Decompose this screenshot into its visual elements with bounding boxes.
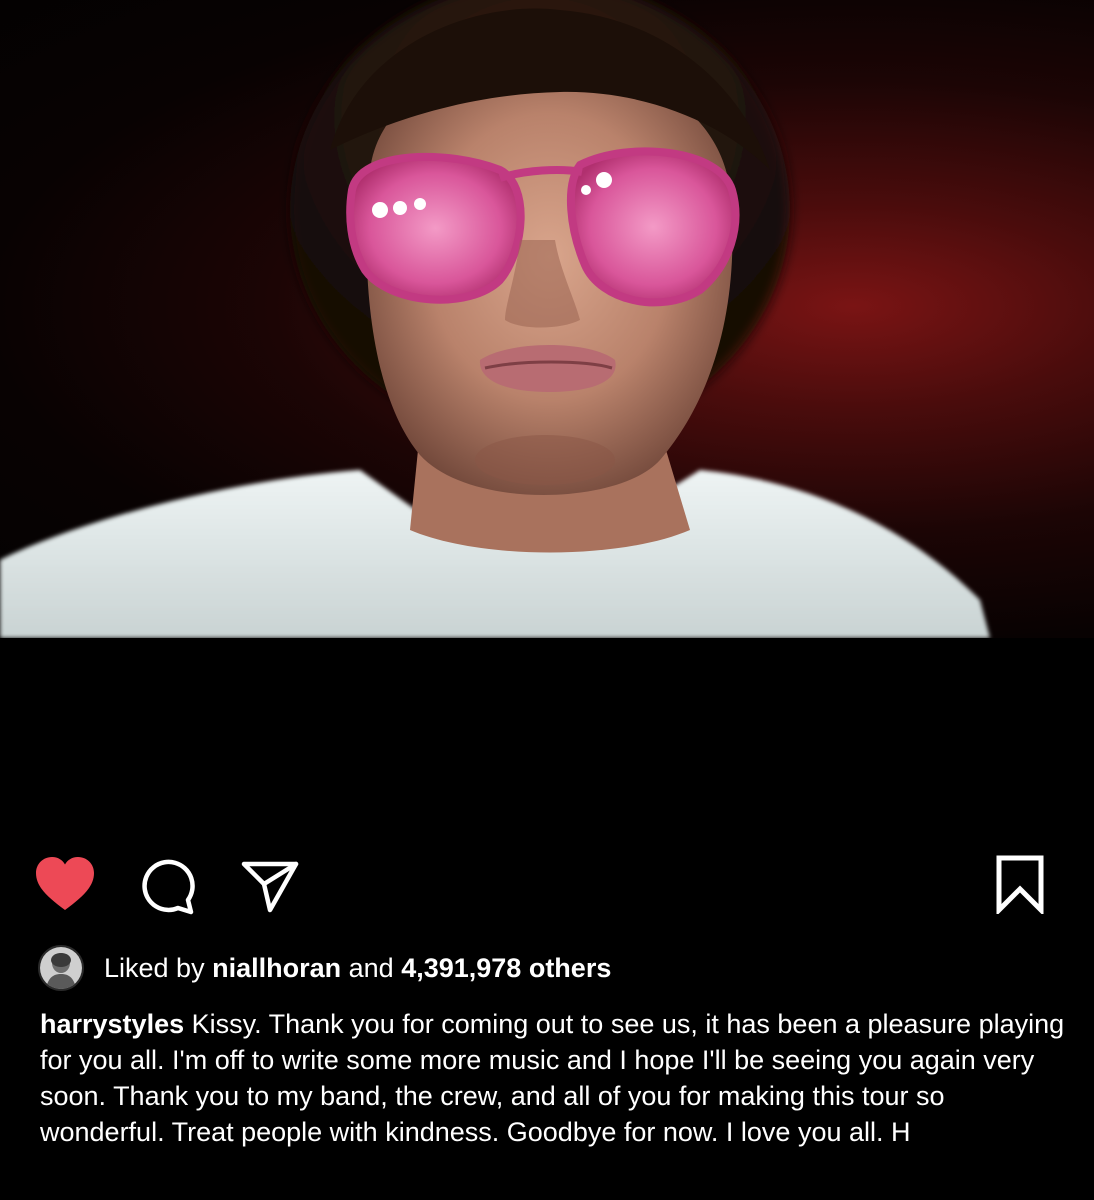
avatar-image — [40, 947, 82, 989]
share-icon — [241, 861, 299, 913]
post-photo[interactable] — [0, 0, 1094, 638]
caption-username-link[interactable]: harrystyles — [40, 1009, 184, 1039]
likes-row: Liked by niallhoran and 4,391,978 others — [38, 945, 611, 991]
likes-prefix: Liked by — [104, 953, 205, 983]
likes-connector: and — [348, 953, 394, 983]
liker-username-link[interactable]: niallhoran — [212, 953, 341, 983]
save-button[interactable] — [994, 854, 1046, 917]
portrait-illustration — [0, 0, 990, 638]
like-button[interactable] — [34, 856, 96, 912]
comment-button[interactable] — [138, 856, 198, 916]
instagram-post: Liked by niallhoran and 4,391,978 others… — [0, 0, 1094, 1200]
action-bar — [0, 850, 1094, 920]
post-caption: harrystyles Kissy. Thank you for coming … — [40, 1006, 1070, 1150]
liker-avatar[interactable] — [38, 945, 84, 991]
heart-icon — [36, 857, 94, 910]
share-button[interactable] — [240, 854, 300, 914]
bookmark-icon — [996, 855, 1044, 917]
caption-text: Kissy. Thank you for coming out to see u… — [40, 1009, 1065, 1147]
comment-icon — [142, 859, 195, 915]
likes-summary: Liked by niallhoran and 4,391,978 others — [104, 952, 611, 984]
likes-count-link[interactable]: 4,391,978 others — [401, 953, 611, 983]
